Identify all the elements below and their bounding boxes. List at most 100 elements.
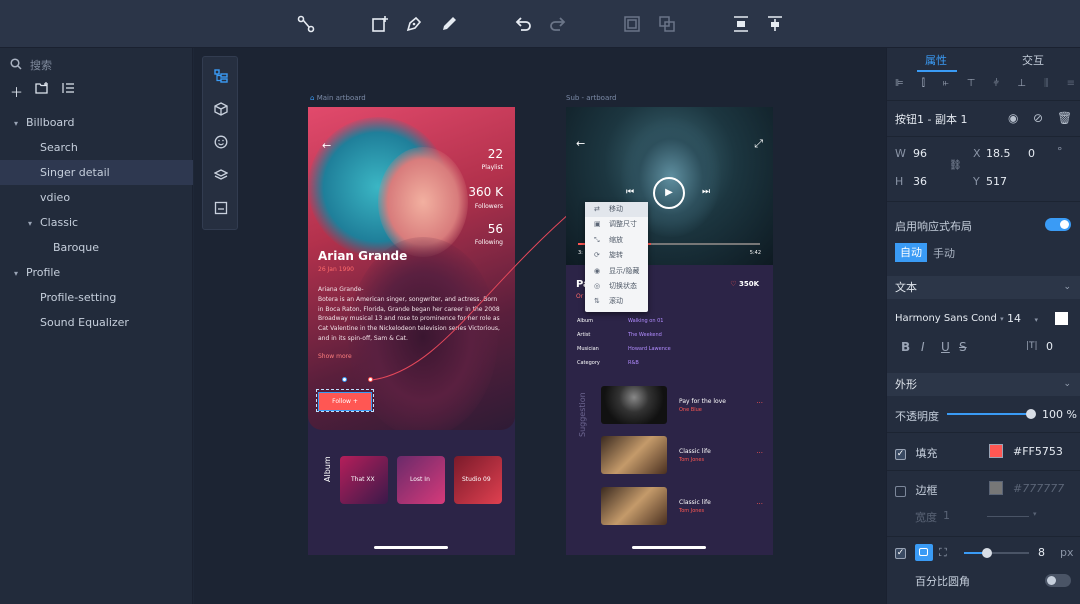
strikethrough-button[interactable]: S: [959, 340, 967, 354]
appearance-section-header[interactable]: 外形 ⌄: [887, 373, 1080, 396]
connect-icon[interactable]: [296, 13, 316, 35]
search-input[interactable]: 搜索: [30, 57, 52, 73]
tree-item-baroque[interactable]: Baroque: [0, 235, 193, 260]
align-left-icon[interactable]: ⊫: [895, 78, 904, 92]
panel-icon[interactable]: [212, 199, 230, 217]
y-input[interactable]: 517: [986, 175, 1007, 188]
border-style-select[interactable]: [987, 516, 1029, 517]
border-color-swatch[interactable]: [989, 481, 1003, 495]
distribute-v-icon[interactable]: ≡: [1067, 78, 1075, 92]
height-input[interactable]: 36: [913, 175, 927, 188]
pen-icon[interactable]: [404, 13, 424, 35]
back-arrow-icon[interactable]: ←: [576, 137, 585, 150]
layer-name[interactable]: 按钮1 - 副本 1: [895, 111, 967, 127]
align-right-icon[interactable]: ⫦: [943, 78, 949, 92]
text-section-header[interactable]: 文本 ⌄: [887, 276, 1080, 299]
follow-button[interactable]: Follow +: [318, 392, 372, 411]
tree-item-search[interactable]: Search: [0, 135, 193, 160]
align-bottom-icon[interactable]: ⊥: [1017, 78, 1026, 92]
tab-properties[interactable]: 属性: [925, 52, 947, 68]
main-artboard-label[interactable]: ⌂ Main artboard: [310, 94, 366, 102]
distribute-vertical-icon[interactable]: [731, 13, 751, 35]
ungroup-icon[interactable]: [657, 13, 677, 35]
tree-item-billboard[interactable]: ▾ Billboard: [0, 110, 193, 135]
sub-artboard[interactable]: ← ⤢ ⏮ ▶ ⏭ 3: 5:42 Pa Or ♡ 350K Album Arti…: [566, 107, 773, 555]
distribute-horizontal-icon[interactable]: [765, 13, 785, 35]
more-icon[interactable]: ...: [756, 447, 763, 455]
more-icon[interactable]: ...: [756, 397, 763, 405]
previous-icon[interactable]: ⏮: [626, 187, 634, 197]
tree-item-vdieo[interactable]: vdieo: [0, 185, 193, 210]
menu-item-resize[interactable]: ▣ 调整尺寸: [585, 217, 648, 232]
border-color-input[interactable]: #777777: [1013, 482, 1064, 495]
radius-knob[interactable]: [981, 548, 992, 558]
distribute-h-icon[interactable]: ⫼: [1044, 78, 1049, 92]
border-width-input[interactable]: 1: [943, 509, 950, 522]
underline-button[interactable]: U: [941, 340, 950, 354]
manual-button[interactable]: 手动: [933, 245, 955, 261]
add-frame-icon[interactable]: [370, 13, 390, 35]
undo-icon[interactable]: [513, 13, 533, 35]
layer-search[interactable]: 搜索: [10, 54, 183, 76]
align-top-icon[interactable]: ⊤: [967, 78, 976, 92]
caret-down-icon[interactable]: ▾: [28, 211, 40, 236]
italic-button[interactable]: I: [921, 340, 925, 354]
album-card[interactable]: That XX: [340, 456, 388, 504]
font-family-select[interactable]: Harmony Sans Cond ▾: [895, 313, 1004, 324]
caret-down-icon[interactable]: ▾: [14, 261, 26, 286]
opacity-slider[interactable]: [947, 409, 1036, 419]
delete-icon[interactable]: 🗑: [1057, 111, 1072, 125]
cube-icon[interactable]: [212, 100, 230, 118]
radius-slider[interactable]: [964, 548, 1029, 558]
rotation-input[interactable]: 0: [1028, 147, 1035, 160]
back-arrow-icon[interactable]: ←: [322, 139, 331, 152]
tree-item-sound-equalizer[interactable]: Sound Equalizer: [0, 310, 193, 335]
opacity-value[interactable]: 100 %: [1042, 408, 1077, 421]
responsive-toggle[interactable]: [1045, 218, 1071, 231]
likes[interactable]: ♡ 350K: [730, 280, 759, 288]
fill-color-input[interactable]: #FF5753: [1013, 445, 1063, 458]
rotate-handle[interactable]: [342, 377, 347, 382]
uniform-radius-button[interactable]: [915, 544, 933, 561]
album-card[interactable]: Lost In: [397, 456, 445, 504]
tab-interaction[interactable]: 交互: [1022, 52, 1044, 68]
suggestion-thumb[interactable]: [601, 386, 667, 424]
link-proportion-icon[interactable]: ⛓: [949, 160, 962, 171]
menu-item-scroll[interactable]: ⇅ 滚动: [585, 294, 648, 309]
font-size-select[interactable]: 14 ▾: [1007, 312, 1038, 325]
text-color-swatch[interactable]: [1055, 312, 1068, 325]
auto-button[interactable]: 自动: [895, 243, 927, 262]
fill-color-swatch[interactable]: [989, 444, 1003, 458]
menu-item-visibility[interactable]: ◉ 显示/隐藏: [585, 264, 648, 279]
percent-radius-toggle[interactable]: [1045, 574, 1071, 587]
group-icon[interactable]: [622, 13, 642, 35]
next-icon[interactable]: ⏭: [702, 187, 710, 197]
tree-item-profile-setting[interactable]: Profile-setting: [0, 285, 193, 310]
fill-checkbox[interactable]: ✓: [895, 448, 906, 460]
opacity-knob[interactable]: [1026, 409, 1036, 419]
fullscreen-icon[interactable]: ⤢: [754, 137, 763, 151]
bold-button[interactable]: B: [901, 340, 910, 354]
caret-down-icon[interactable]: ▾: [14, 111, 26, 136]
tree-item-profile[interactable]: ▾ Profile: [0, 260, 193, 285]
border-checkbox[interactable]: [895, 485, 906, 497]
caret-down-icon[interactable]: ▾: [1033, 510, 1037, 518]
width-input[interactable]: 96: [913, 147, 927, 160]
menu-item-rotate[interactable]: ⟳ 旋转: [585, 248, 648, 263]
add-folder-icon[interactable]: [35, 82, 49, 102]
more-icon[interactable]: ...: [756, 498, 763, 506]
show-more-link[interactable]: Show more: [318, 353, 352, 360]
layers-icon[interactable]: [212, 166, 230, 184]
align-middle-icon[interactable]: ⫩: [993, 78, 999, 92]
redo-icon[interactable]: [548, 13, 568, 35]
lock-icon[interactable]: ⊘: [1033, 111, 1043, 125]
menu-item-scale[interactable]: ⤡ 缩放: [585, 233, 648, 248]
radius-input[interactable]: 8: [1038, 546, 1045, 559]
smiley-icon[interactable]: [212, 133, 230, 151]
x-input[interactable]: 18.5: [986, 147, 1011, 160]
menu-item-move[interactable]: ⇄ 移动: [585, 202, 648, 218]
radius-checkbox[interactable]: ✓: [895, 547, 906, 559]
align-center-icon[interactable]: ⫿: [922, 78, 925, 92]
hierarchy-icon[interactable]: [212, 67, 230, 85]
individual-corners-icon[interactable]: ⛶: [939, 546, 947, 560]
